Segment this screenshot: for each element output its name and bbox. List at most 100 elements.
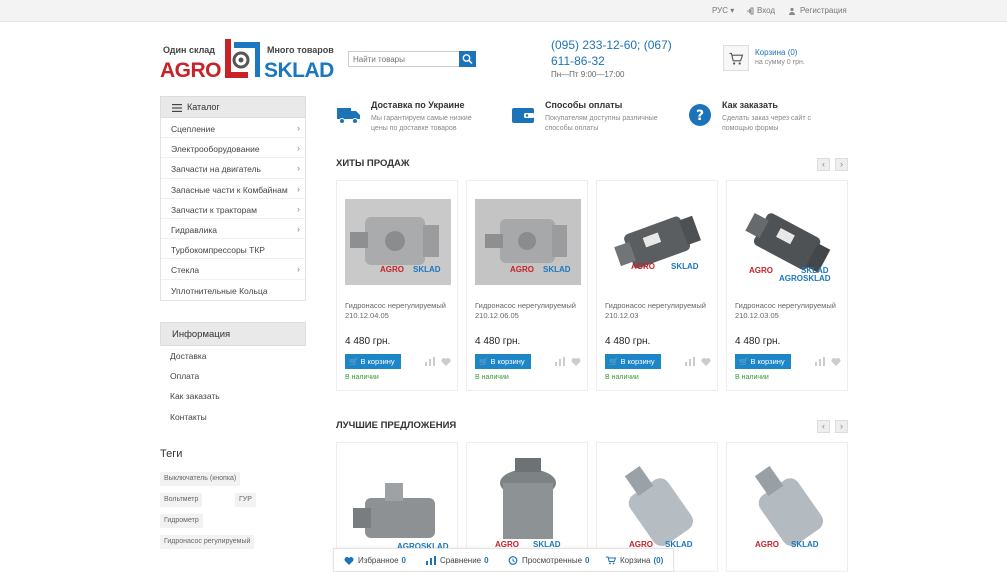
carousel-next-button[interactable]: › [835,420,848,433]
header-cart-title[interactable]: Корзина (0) [755,48,797,57]
search-box [348,51,476,67]
category-item[interactable]: Турбокомпрессоры ТКР [161,239,305,260]
phone-numbers[interactable]: (095) 233-12-60; (067) 611-86-32 [551,37,681,69]
product-card[interactable]: SKLAD AGRO Гидронасос нерегулируемый 210… [336,180,458,391]
cart-icon [729,52,744,65]
heart-icon[interactable] [831,357,841,366]
add-to-cart-button[interactable]: 🛒 В корзину [345,354,401,369]
language-selector[interactable]: РУС ▾ [712,6,734,15]
compare-icon[interactable] [555,357,565,366]
info-link[interactable]: Доставка [160,346,306,366]
info-link[interactable]: Контакты [160,407,306,427]
product-image: AGRO SKLAD [735,453,841,553]
category-label: Уплотнительные Кольца [171,285,268,296]
category-item[interactable]: Уплотнительные Кольца [161,280,305,300]
category-item[interactable]: Стекла › [161,259,305,280]
compare-icon[interactable] [685,357,695,366]
svg-text:?: ? [696,108,704,124]
svg-text:SKLAD: SKLAD [543,265,571,274]
bottom-cart-label: Корзина [620,556,651,565]
site-logo[interactable]: Один склад Много товаров AGRO SKLAD [160,37,335,83]
bottom-toolbar: Избранное 0 Сравнение 0 Просмотренные 0 Кор… [333,548,674,572]
heart-icon[interactable] [701,357,711,366]
add-to-cart-button[interactable]: 🛒 В корзину [735,354,791,369]
svg-text:AGRO: AGRO [380,265,404,274]
chevron-right-icon: › [297,203,300,214]
tag-link[interactable]: Гидрометр [160,514,203,528]
add-to-cart-button[interactable]: 🛒 В корзину [605,354,661,369]
info-link[interactable]: Оплата [160,366,306,386]
category-item[interactable]: Электрооборудование › [161,138,305,159]
category-item[interactable]: Гидравлика › [161,219,305,240]
product-name[interactable]: Гидронасос нерегулируемый 210.12.03.05 [735,301,845,321]
feature-title: Способы оплаты [545,100,623,110]
search-input[interactable] [349,52,459,66]
compare-icon[interactable] [815,357,825,366]
catalog-label: Каталог [187,102,220,112]
category-item[interactable]: Запасные части к Комбайнам › [161,179,305,199]
compare-icon [426,556,436,566]
product-card[interactable]: AGRO SKLAD [726,442,848,572]
chevron-right-icon: › [297,143,300,154]
heart-icon[interactable] [571,357,581,366]
register-link[interactable]: Регистрация [789,6,847,15]
search-button[interactable] [459,51,476,67]
catalog-header[interactable]: Каталог [160,96,306,118]
product-name[interactable]: Гидронасос нерегулируемый 210.12.03 [605,301,715,321]
category-item[interactable]: Запчасти к тракторам › [161,199,305,219]
carousel-next-button[interactable]: › [835,158,848,171]
product-image: AGRO SKLAD [605,453,711,553]
tag-link[interactable]: Гидронасос регулируемый [160,535,255,549]
product-card[interactable]: SKLAD AGRO Гидронасос нерегулируемый 210… [466,180,588,391]
carousel-arrows: ‹ › [817,420,849,433]
cart-icon [606,556,617,565]
heart-icon[interactable] [441,357,451,366]
info-label: Информация [172,329,231,340]
add-to-cart-label: В корзину [620,357,655,366]
viewed-link[interactable]: Просмотренные 0 [508,556,589,566]
product-price: 4 480 грн. [605,336,651,347]
stock-status: В наличии [475,374,509,381]
login-link[interactable]: Вход [746,6,775,15]
header-cart-button[interactable] [723,45,749,71]
product-name[interactable]: Гидронасос нерегулируемый 210.12.06.05 [475,301,585,321]
tag-link[interactable]: Вольтметр [160,493,203,507]
product-price: 4 480 грн. [345,336,391,347]
compare-link[interactable]: Сравнение 0 [426,556,489,566]
product-image: AGRO SKLAD [475,453,581,553]
logo-sklad-text: SKLAD [264,59,334,82]
svg-text:AGRO: AGRO [631,262,655,271]
favorites-link[interactable]: Избранное 0 [344,556,406,566]
category-label: Турбокомпрессоры ТКР [171,245,265,256]
carousel-prev-button[interactable]: ‹ [817,420,830,433]
compare-icon[interactable] [425,357,435,366]
tag-link[interactable]: ГУР [235,493,256,507]
chevron-right-icon: › [297,264,300,275]
add-to-cart-label: В корзину [360,357,395,366]
category-item[interactable]: Запчасти на двигатель › [161,158,305,179]
category-item[interactable]: Сцепление › [161,118,305,139]
add-to-cart-label: В корзину [750,357,785,366]
info-link[interactable]: Как заказать [160,386,306,406]
feature-description: Покупателям доступны различные способы о… [545,115,658,132]
product-card[interactable]: SKLAD AGRO Гидронасос нерегулируемый 210… [596,180,718,391]
product-image: SKLAD AGRO [605,199,711,285]
svg-text:AGRO: AGRO [755,540,779,549]
product-image: SKLAD AGRO [475,199,581,285]
carousel-prev-button[interactable]: ‹ [817,158,830,171]
category-label: Сцепление [171,124,216,134]
add-to-cart-button[interactable]: 🛒 В корзину [475,354,531,369]
category-label: Гидравлика [171,224,217,235]
category-label: Запчасти к тракторам [171,204,257,215]
section-title-best-offers: ЛУЧШИЕ ПРЕДЛОЖЕНИЯ [336,420,457,431]
add-to-cart-label: В корзину [490,357,525,366]
product-name[interactable]: Гидронасос нерегулируемый 210.12.04.05 [345,301,455,321]
bottom-cart-link[interactable]: Корзина (0) [606,556,663,565]
favorites-label: Избранное [358,556,399,565]
tags-title: Теги [160,448,183,460]
stock-status: В наличии [605,374,639,381]
tag-link[interactable]: Выключатель (кнопка) [160,472,241,486]
menu-icon [172,104,182,112]
feature-title: Доставка по Украине [371,100,465,110]
product-card[interactable]: AGROSKLAD AGRO SKLAD Гидронасос нерегули… [726,180,848,391]
